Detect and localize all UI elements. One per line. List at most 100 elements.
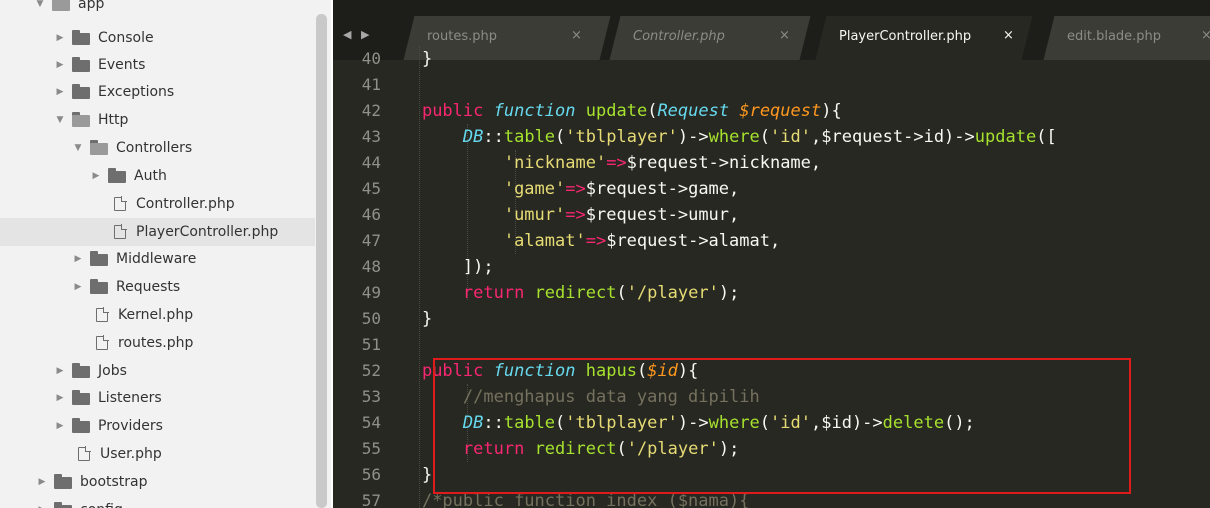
tab-label: PlayerController.php [839, 29, 972, 44]
tree-item-listeners[interactable]: ▶ Listeners [0, 384, 315, 412]
line-number: 55 [361, 439, 381, 458]
chevron-right-icon[interactable]: ▶ [54, 60, 66, 70]
tree-item-auth[interactable]: ▶ Auth [0, 162, 315, 190]
tree-item-app[interactable]: ▼ app [0, 0, 315, 18]
tab-label: Controller.php [633, 29, 725, 44]
tree-item-label: User.php [100, 446, 162, 462]
line-number: 57 [361, 491, 381, 508]
tree-item-controllers[interactable]: ▼ Controllers [0, 134, 315, 162]
tree-item-routes-php[interactable]: routes.php [0, 329, 315, 357]
line-number: 50 [361, 309, 381, 328]
code-editor[interactable]: ◀ ▶ routes.php × Controller.php × Player… [333, 0, 1210, 508]
tree-item-requests[interactable]: ▶ Requests [0, 273, 315, 301]
line-number: 47 [361, 231, 381, 250]
close-icon[interactable]: × [571, 28, 582, 43]
chevron-right-icon[interactable]: ▶ [54, 33, 66, 43]
code-line[interactable]: return redirect('/player'); [381, 280, 739, 306]
tree-item-user-php[interactable]: User.php [0, 440, 315, 468]
line-number: 43 [361, 127, 381, 146]
code-line[interactable]: } [381, 462, 432, 488]
folder-icon [54, 501, 72, 508]
folder-icon [72, 29, 90, 45]
folder-icon [90, 250, 108, 266]
line-number: 48 [361, 257, 381, 276]
tree-item-middleware[interactable]: ▶ Middleware [0, 245, 315, 273]
code-line[interactable]: public function update(Request $request)… [381, 98, 842, 124]
sidebar-scrollbar[interactable] [316, 14, 327, 508]
tree-item-providers[interactable]: ▶ Providers [0, 412, 315, 440]
chevron-right-icon[interactable]: ▶ [54, 87, 66, 97]
tree-item-label: Requests [116, 279, 181, 295]
chevron-down-icon[interactable]: ▼ [34, 0, 46, 9]
tab-label: edit.blade.php [1067, 29, 1162, 44]
tree-item-jobs[interactable]: ▶ Jobs [0, 357, 315, 385]
tree-item-label: Controllers [116, 140, 193, 156]
tree-item-label: config [80, 502, 123, 508]
highlight-annotation-box [433, 358, 1131, 494]
file-icon [114, 196, 127, 211]
close-icon[interactable]: × [1003, 28, 1014, 43]
tree-item-label: PlayerController.php [136, 224, 279, 240]
line-number: 56 [361, 465, 381, 484]
tree-item-http[interactable]: ▼ Http [0, 106, 315, 134]
tree-item-label: app [78, 0, 105, 12]
line-number: 54 [361, 413, 381, 432]
tree-item-label: Auth [134, 168, 167, 184]
tree-item-events[interactable]: ▶ Events [0, 51, 315, 79]
tree-item-console[interactable]: ▶ Console [0, 24, 315, 52]
line-number: 44 [361, 153, 381, 172]
folder-icon [72, 56, 90, 72]
file-icon [114, 224, 127, 239]
line-number: 42 [361, 101, 381, 120]
code-line[interactable]: 'nickname'=>$request->nickname, [381, 150, 821, 176]
chevron-right-icon[interactable]: ▶ [54, 366, 66, 376]
close-icon[interactable]: × [779, 28, 790, 43]
chevron-right-icon[interactable]: ▶ [36, 477, 48, 487]
tree-item-label: Providers [98, 418, 163, 434]
tree-item-exceptions[interactable]: ▶ Exceptions [0, 78, 315, 106]
line-number: 52 [361, 361, 381, 380]
code-line[interactable]: ]); [381, 254, 494, 280]
line-number: 41 [361, 75, 381, 94]
close-icon[interactable]: × [1201, 28, 1210, 43]
tab-nav-arrows-icon[interactable]: ◀ ▶ [343, 28, 372, 41]
folder-icon [72, 389, 90, 405]
tree-item-label: Listeners [98, 390, 162, 406]
chevron-right-icon[interactable]: ▶ [54, 421, 66, 431]
tree-item-bootstrap[interactable]: ▶ bootstrap [0, 468, 315, 496]
folder-icon [54, 473, 72, 489]
tree-item-label: Controller.php [136, 196, 235, 212]
file-tree-sidebar: ▼ app ▶ Console ▶ Events ▶ Exceptions ▼ Http … [0, 0, 331, 508]
tab-bar: ◀ ▶ routes.php × Controller.php × Player… [333, 0, 1210, 60]
tree-item-label: Http [98, 112, 129, 128]
tree-item-label: Exceptions [98, 84, 175, 100]
code-line[interactable]: DB::table('tblplayer')->where('id',$requ… [381, 124, 1057, 150]
tree-item-label: Jobs [98, 363, 127, 379]
tree-item-config[interactable]: ▶config [0, 496, 315, 508]
code-line[interactable]: 'alamat'=>$request->alamat, [381, 228, 780, 254]
chevron-down-icon[interactable]: ▼ [72, 143, 84, 153]
folder-icon [108, 167, 126, 183]
line-number: 53 [361, 387, 381, 406]
tree-item-kernel-php[interactable]: Kernel.php [0, 301, 315, 329]
chevron-right-icon[interactable]: ▶ [72, 282, 84, 292]
line-number: 46 [361, 205, 381, 224]
chevron-down-icon[interactable]: ▼ [54, 115, 66, 125]
tree-item-playercontroller-php[interactable]: PlayerController.php [0, 218, 315, 246]
chevron-right-icon[interactable]: ▶ [72, 254, 84, 264]
folder-open-icon [72, 111, 90, 127]
chevron-right-icon[interactable]: ▶ [54, 393, 66, 403]
tree-item-label: bootstrap [80, 474, 148, 490]
code-line[interactable]: } [381, 46, 432, 72]
folder-icon [72, 362, 90, 378]
tree-item-label: Kernel.php [118, 307, 194, 323]
line-number: 49 [361, 283, 381, 302]
folder-open-icon [90, 139, 108, 155]
code-line[interactable]: 'umur'=>$request->umur, [381, 202, 739, 228]
code-line[interactable]: } [381, 306, 432, 332]
tree-item-controller-php[interactable]: Controller.php [0, 190, 315, 218]
chevron-right-icon[interactable]: ▶ [90, 171, 102, 181]
code-line[interactable]: 'game'=>$request->game, [381, 176, 739, 202]
file-icon [96, 335, 109, 350]
line-number: 45 [361, 179, 381, 198]
